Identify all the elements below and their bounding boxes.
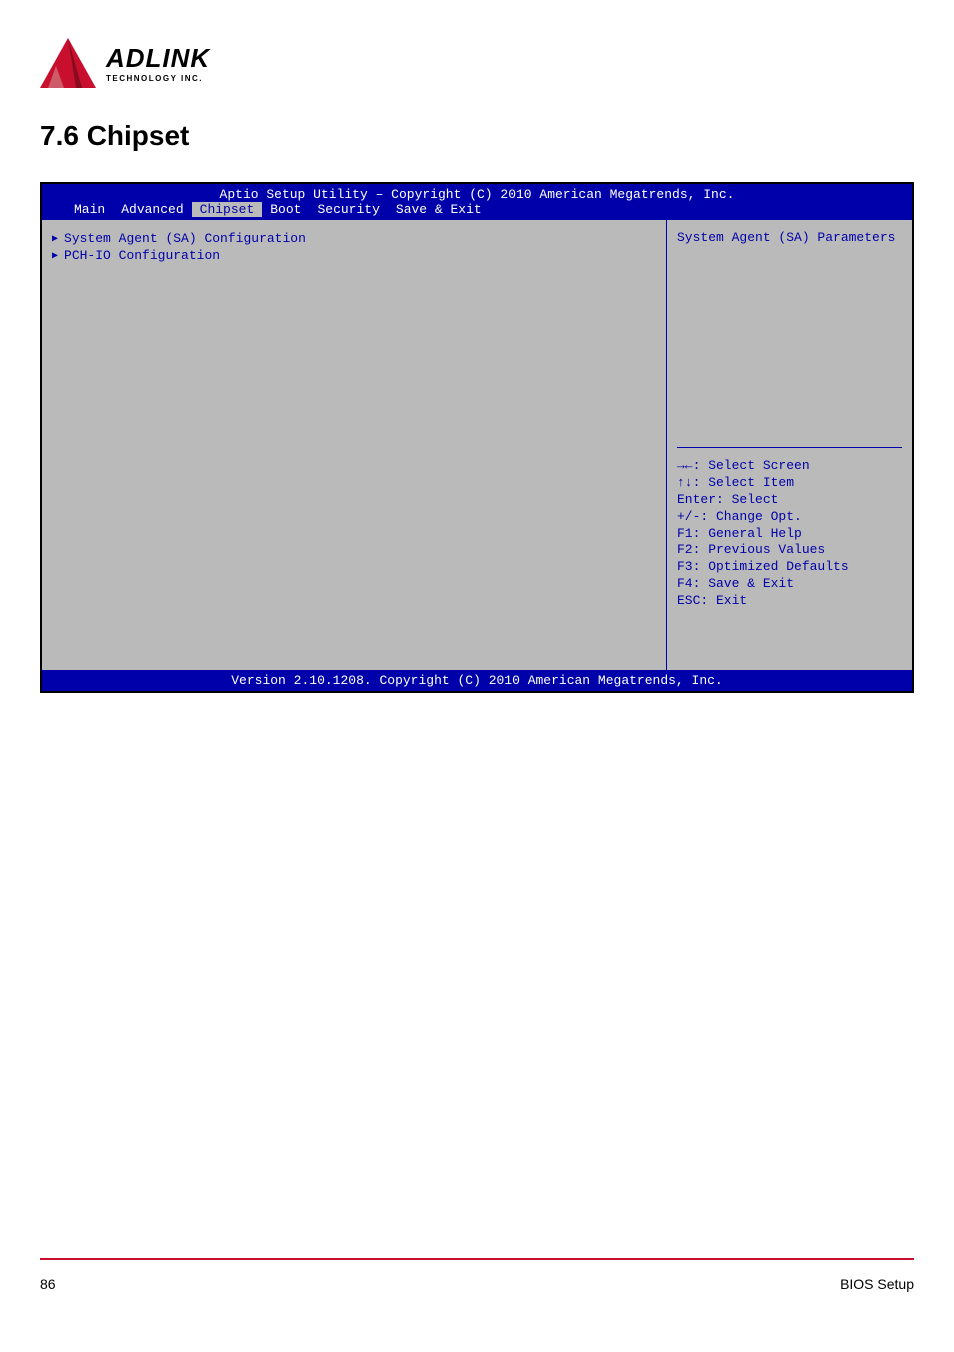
bios-tabs: Main Advanced Chipset Boot Security Save… — [42, 202, 912, 217]
help-section: →←: Select Screen ↑↓: Select Item Enter:… — [677, 458, 902, 610]
tab-advanced[interactable]: Advanced — [113, 202, 191, 217]
logo-triangle-icon — [38, 36, 98, 90]
help-select-item: ↑↓: Select Item — [677, 475, 902, 492]
menu-item-pch-io-config[interactable]: ▶ PCH-IO Configuration — [52, 247, 656, 264]
tab-main[interactable]: Main — [66, 202, 113, 217]
logo-text-sub: TECHNOLOGY INC. — [106, 74, 210, 83]
bios-content: ▶ System Agent (SA) Configuration ▶ PCH-… — [42, 220, 912, 670]
logo-text-main: ADLINK — [106, 43, 210, 74]
footer-section-name: BIOS Setup — [840, 1276, 914, 1292]
menu-item-sa-config[interactable]: ▶ System Agent (SA) Configuration — [52, 230, 656, 247]
menu-item-label: System Agent (SA) Configuration — [64, 231, 306, 246]
submenu-arrow-icon: ▶ — [52, 250, 58, 262]
bios-header: Aptio Setup Utility – Copyright (C) 2010… — [42, 184, 912, 220]
tab-save-exit[interactable]: Save & Exit — [388, 202, 490, 217]
footer-divider — [40, 1258, 914, 1260]
sidebar-description: System Agent (SA) Parameters — [677, 230, 902, 447]
help-select-screen: →←: Select Screen — [677, 458, 902, 475]
help-f4: F4: Save & Exit — [677, 576, 902, 593]
bios-main-panel: ▶ System Agent (SA) Configuration ▶ PCH-… — [42, 220, 667, 670]
bios-window: Aptio Setup Utility – Copyright (C) 2010… — [40, 182, 914, 693]
tab-boot[interactable]: Boot — [262, 202, 309, 217]
help-esc: ESC: Exit — [677, 593, 902, 610]
help-enter: Enter: Select — [677, 492, 902, 509]
menu-item-label: PCH-IO Configuration — [64, 248, 220, 263]
help-f2: F2: Previous Values — [677, 542, 902, 559]
bios-footer: Version 2.10.1208. Copyright (C) 2010 Am… — [42, 670, 912, 691]
bios-title: Aptio Setup Utility – Copyright (C) 2010… — [42, 187, 912, 202]
help-f3: F3: Optimized Defaults — [677, 559, 902, 576]
tab-security[interactable]: Security — [309, 202, 387, 217]
sidebar-divider — [677, 447, 902, 448]
logo: ADLINK TECHNOLOGY INC. — [38, 36, 210, 90]
page-number: 86 — [40, 1276, 56, 1292]
bios-sidebar: System Agent (SA) Parameters →←: Select … — [667, 220, 912, 670]
help-f1: F1: General Help — [677, 526, 902, 543]
section-title: 7.6 Chipset — [40, 120, 914, 152]
submenu-arrow-icon: ▶ — [52, 233, 58, 245]
tab-chipset[interactable]: Chipset — [192, 202, 263, 217]
help-change-opt: +/-: Change Opt. — [677, 509, 902, 526]
page-footer: 86 BIOS Setup — [40, 1276, 914, 1292]
